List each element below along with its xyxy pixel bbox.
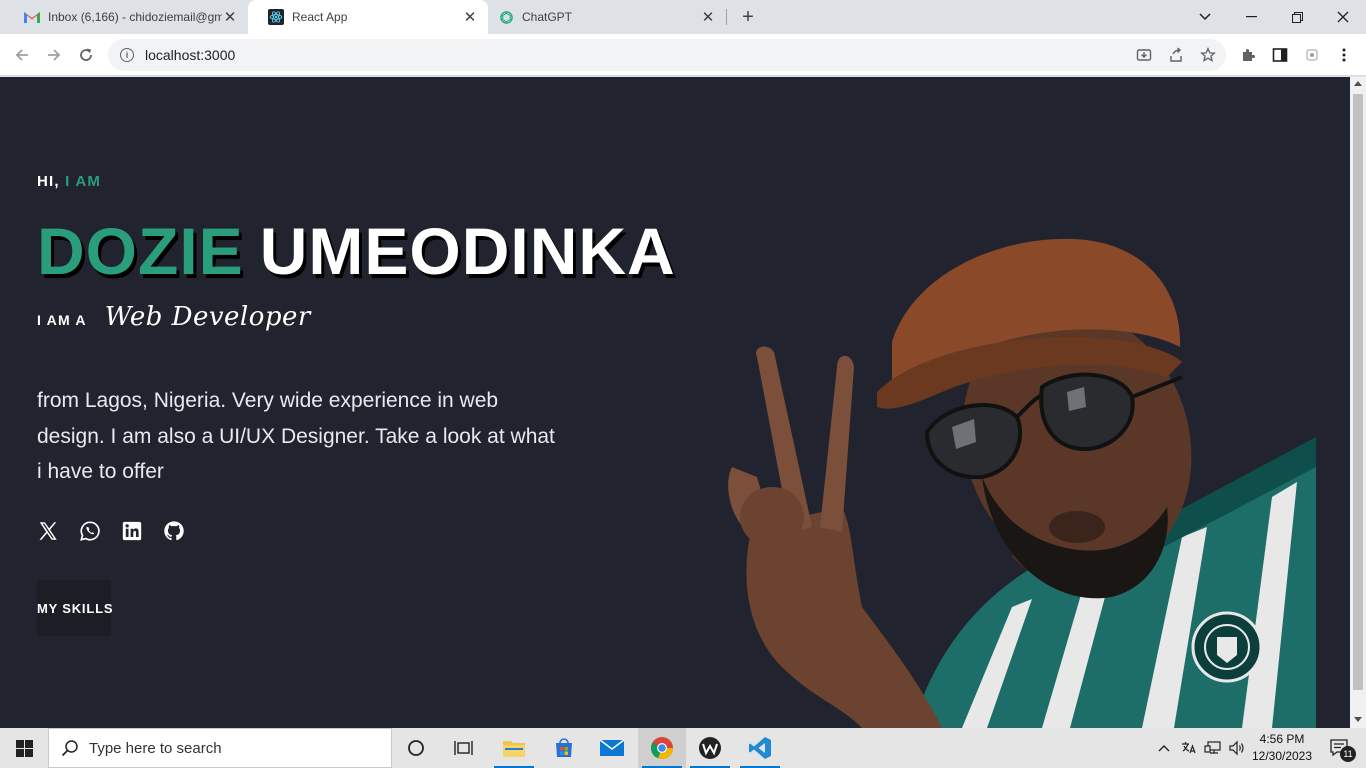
show-hidden-icons-chevron-icon[interactable] xyxy=(1155,728,1173,768)
bookmark-star-icon[interactable] xyxy=(1194,41,1222,69)
cortana-button[interactable] xyxy=(392,728,440,768)
tab-gmail[interactable]: Inbox (6,166) - chidoziemail@gm ✕ xyxy=(4,0,248,34)
taskbar-search[interactable]: Type here to search xyxy=(48,728,392,768)
clock-date: 12/30/2023 xyxy=(1251,749,1313,763)
windows-taskbar: Type here to search 4:56 PM 12/30/2023 1… xyxy=(0,728,1366,768)
close-tab-icon[interactable]: ✕ xyxy=(222,9,238,26)
minimize-button[interactable] xyxy=(1228,0,1274,34)
file-explorer-icon[interactable] xyxy=(490,728,538,768)
role-line: I AM A Web Developer xyxy=(37,302,311,332)
my-skills-button[interactable]: MY SKILLS xyxy=(37,580,113,636)
tab-label: ChatGPT xyxy=(522,10,573,24)
network-icon[interactable] xyxy=(1202,728,1224,768)
first-name: DOZIE xyxy=(37,214,244,288)
extensions-icon[interactable] xyxy=(1234,41,1262,69)
greeting-accent: I AM xyxy=(65,173,102,190)
whatsapp-icon[interactable] xyxy=(79,520,101,542)
site-info-icon[interactable]: i xyxy=(120,48,134,62)
hero-greeting: HI, I AM xyxy=(37,173,101,190)
tab-divider xyxy=(726,9,727,25)
microsoft-store-icon[interactable] xyxy=(540,728,588,768)
tab-label: Inbox (6,166) - chidoziemail@gm xyxy=(48,10,222,24)
back-button[interactable] xyxy=(8,41,36,69)
scroll-up-icon[interactable] xyxy=(1354,81,1362,86)
browser-toolbar: i localhost:3000 xyxy=(0,34,1366,76)
close-tab-icon[interactable]: ✕ xyxy=(700,9,716,26)
social-links xyxy=(37,520,185,542)
start-button[interactable] xyxy=(0,728,48,768)
mail-icon[interactable] xyxy=(588,728,636,768)
system-clock[interactable]: 4:56 PM 12/30/2023 xyxy=(1244,731,1320,765)
forward-button[interactable] xyxy=(40,41,68,69)
profile-photo xyxy=(728,238,1316,728)
tab-chatgpt[interactable]: ChatGPT ✕ xyxy=(478,0,726,34)
clock-time: 4:56 PM xyxy=(1259,732,1305,746)
task-view-button[interactable] xyxy=(440,728,488,768)
search-placeholder: Type here to search xyxy=(89,739,222,757)
gmail-icon xyxy=(24,9,40,25)
x-icon[interactable] xyxy=(37,520,59,542)
restore-button[interactable] xyxy=(1274,0,1320,34)
url-text[interactable]: localhost:3000 xyxy=(145,47,235,63)
tab-react-app[interactable]: React App ✕ xyxy=(248,0,488,34)
new-tab-button[interactable]: + xyxy=(736,5,760,29)
share-icon[interactable] xyxy=(1162,41,1190,69)
role-prefix: I AM A xyxy=(37,312,87,328)
chatgpt-icon xyxy=(498,9,514,25)
address-bar[interactable]: i localhost:3000 xyxy=(108,39,1226,71)
install-app-icon[interactable] xyxy=(1130,41,1158,69)
scroll-down-icon[interactable] xyxy=(1354,717,1362,722)
page-scrollbar[interactable] xyxy=(1350,77,1366,728)
reload-button[interactable] xyxy=(72,41,100,69)
github-icon[interactable] xyxy=(163,520,185,542)
chrome-icon[interactable] xyxy=(638,728,686,768)
react-icon xyxy=(268,9,284,25)
linkedin-icon[interactable] xyxy=(121,520,143,542)
last-name: UMEODINKA xyxy=(259,214,676,288)
hero-bio: from Lagos, Nigeria. Very wide experienc… xyxy=(37,389,555,483)
hero-name: DOZIE UMEODINKA xyxy=(37,211,676,291)
close-window-button[interactable] xyxy=(1320,0,1366,34)
input-method-icon[interactable] xyxy=(1177,728,1199,768)
greeting-prefix: HI, xyxy=(37,173,60,190)
tab-strip: Inbox (6,166) - chidoziemail@gm ✕ React … xyxy=(0,0,1366,34)
tab-label: React App xyxy=(292,10,348,24)
tab-search-chevron-icon[interactable] xyxy=(1182,0,1228,34)
vscode-icon[interactable] xyxy=(736,728,784,768)
close-tab-icon[interactable]: ✕ xyxy=(462,9,478,26)
wamp-icon[interactable] xyxy=(686,728,734,768)
role-title: Web Developer xyxy=(104,302,311,332)
scrollbar-thumb[interactable] xyxy=(1353,94,1363,690)
search-icon xyxy=(61,740,78,757)
notification-badge: 11 xyxy=(1340,746,1356,762)
page-viewport: HI, I AM DOZIE UMEODINKA I AM A Web Devel… xyxy=(0,77,1350,728)
side-panel-icon[interactable] xyxy=(1266,41,1294,69)
browser-menu-icon[interactable] xyxy=(1330,41,1358,69)
profile-icon[interactable] xyxy=(1298,41,1326,69)
notification-center-icon[interactable]: 11 xyxy=(1320,728,1360,768)
